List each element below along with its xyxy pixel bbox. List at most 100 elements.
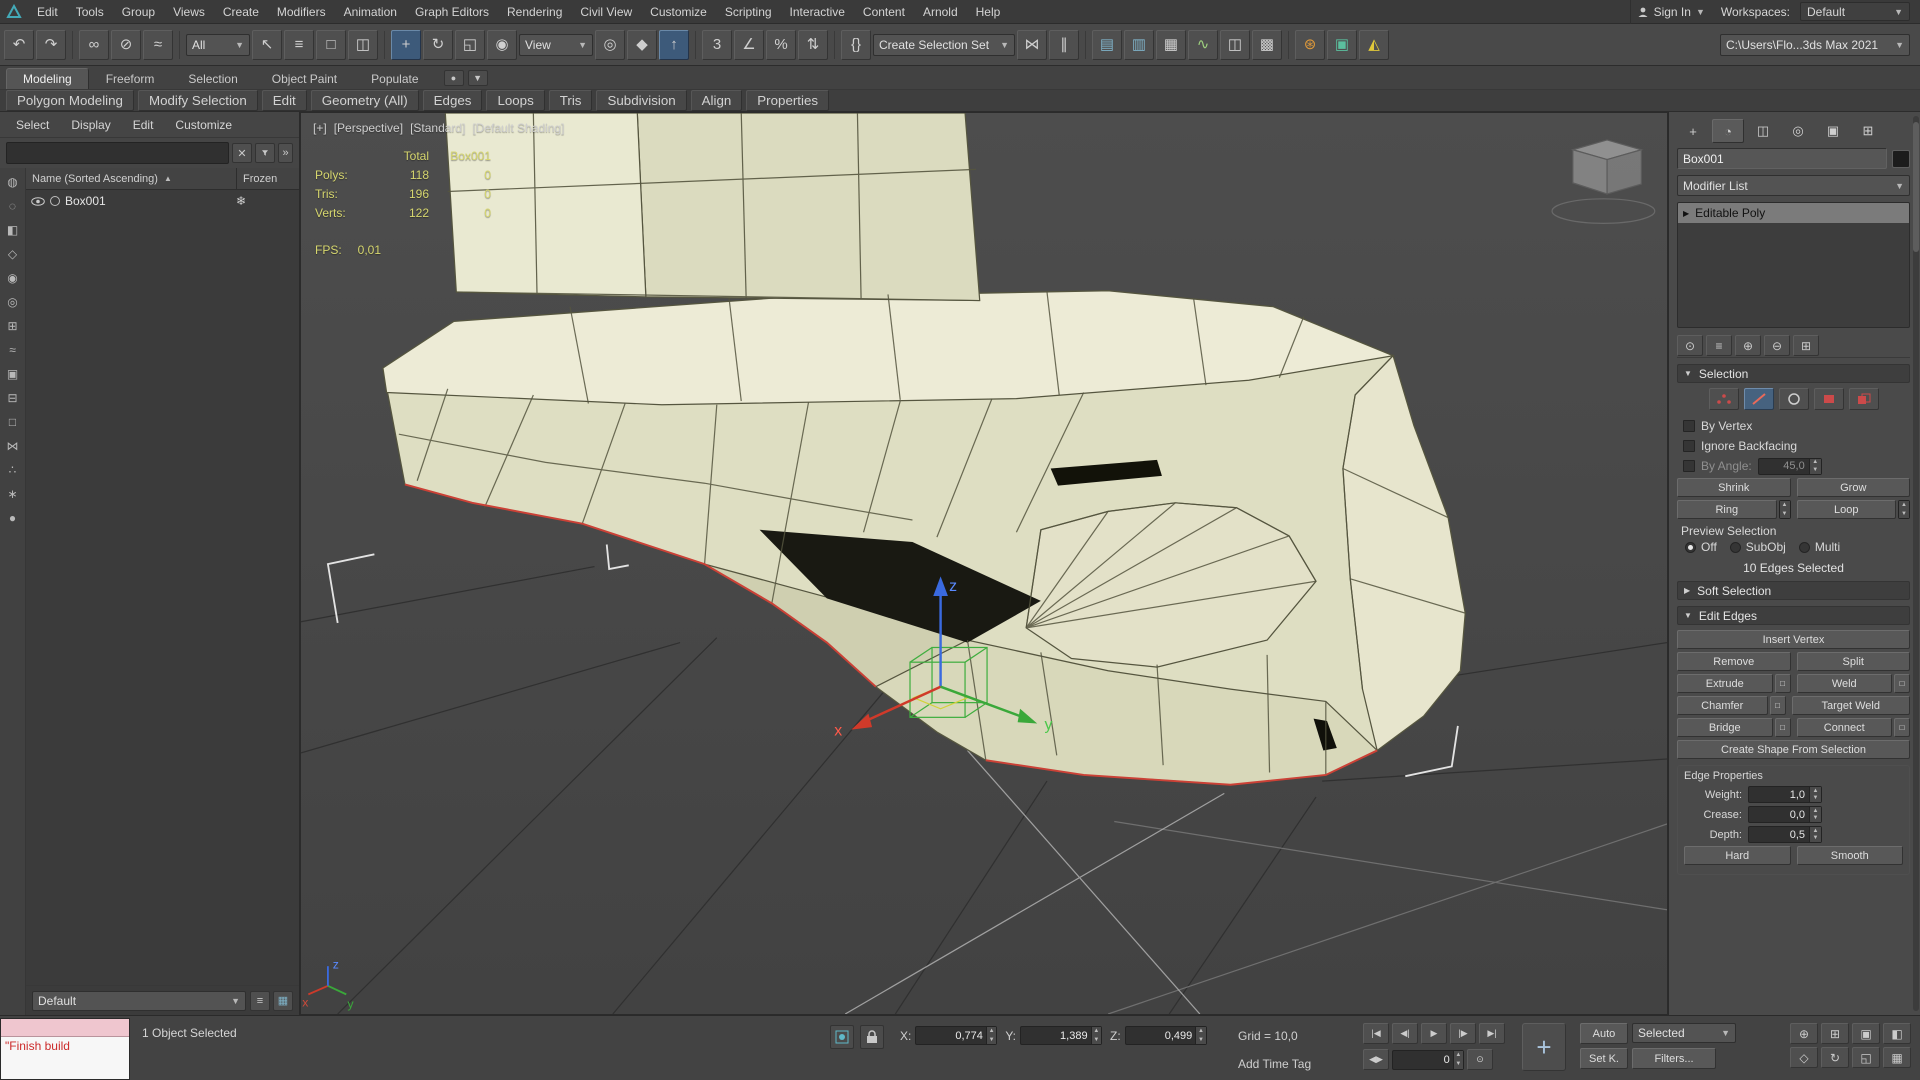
y-coordinate-field[interactable]: ▲▼ (1020, 1026, 1102, 1045)
explorer-select-icon[interactable]: ◌ (2, 194, 24, 218)
viewport-layout-icon[interactable]: ▦ (1883, 1047, 1911, 1068)
ribbon-panel[interactable]: Geometry (All) (311, 90, 419, 111)
smooth-button[interactable]: Smooth (1797, 846, 1904, 865)
selection-lock-icon[interactable] (860, 1025, 884, 1049)
key-filters-button[interactable]: Filters... (1632, 1048, 1716, 1069)
ribbon-panel[interactable]: Properties (746, 90, 829, 111)
extrude-settings-icon[interactable]: □ (1775, 674, 1791, 693)
menu-item[interactable]: Interactive (781, 0, 854, 24)
menu-item[interactable]: Scripting (716, 0, 781, 24)
remove-modifier-icon[interactable]: ⊖ (1764, 335, 1790, 356)
sign-in-menu[interactable]: Sign In ▼ (1630, 0, 1711, 24)
listener-macro-pane[interactable] (1, 1019, 129, 1037)
ribbon-record-icon[interactable]: ● (444, 70, 464, 86)
ring-spinner-icon[interactable]: ▲▼ (1779, 500, 1791, 519)
preview-option[interactable]: Off (1685, 540, 1717, 554)
viewport-general-menu[interactable]: [+] (313, 121, 327, 135)
ribbon-toggle-icon[interactable]: ▦ (1156, 30, 1186, 60)
menu-item[interactable]: Customize (641, 0, 716, 24)
auto-key-button[interactable]: Auto (1580, 1023, 1628, 1044)
bind-to-space-warp-icon[interactable]: ≈ (143, 30, 173, 60)
vertex-subobject-icon[interactable] (1709, 388, 1739, 410)
layer-explorer-icon[interactable]: ▤ (1092, 30, 1122, 60)
orbit-icon[interactable]: ↻ (1821, 1047, 1849, 1068)
display-bones-icon[interactable]: ⋈ (2, 434, 24, 458)
explorer-settings-icon[interactable]: ≡ (250, 991, 270, 1011)
search-input[interactable] (6, 142, 229, 164)
undo-icon[interactable]: ↶ (4, 30, 34, 60)
window-crossing-icon[interactable]: ◫ (348, 30, 378, 60)
radio-icon[interactable] (1685, 542, 1696, 553)
spinner-arrows-icon[interactable]: ▲▼ (1809, 787, 1821, 802)
viewport-canvas[interactable]: z x y x y z (301, 113, 1667, 1014)
viewport-shading-menu[interactable]: [Default Shading] (472, 121, 564, 135)
menu-item[interactable]: Tools (67, 0, 113, 24)
redo-icon[interactable]: ↷ (36, 30, 66, 60)
object-name-field[interactable] (1677, 148, 1887, 169)
weight-spinner[interactable]: 1,0 ▲▼ (1748, 786, 1822, 803)
reference-coordinate-dropdown[interactable]: View ▼ (519, 34, 593, 56)
go-to-end-icon[interactable]: ▶| (1479, 1023, 1505, 1044)
display-lights-icon[interactable]: ◉ (2, 266, 24, 290)
selection-filter-dropdown[interactable]: All ▼ (186, 34, 250, 56)
rendered-frame-icon[interactable]: ▣ (1327, 30, 1357, 60)
menu-item[interactable]: Animation (335, 0, 406, 24)
motion-tab-icon[interactable]: ◎ (1782, 119, 1814, 143)
split-button[interactable]: Split (1797, 652, 1911, 671)
soft-selection-rollout-header[interactable]: ▶ Soft Selection (1677, 581, 1910, 600)
hard-button[interactable]: Hard (1684, 846, 1791, 865)
spinner-arrows-icon[interactable]: ▲▼ (1195, 1027, 1205, 1044)
create-shape-button[interactable]: Create Shape From Selection (1677, 740, 1910, 759)
named-selection-set-dropdown[interactable]: Create Selection Set ▼ (873, 34, 1015, 56)
next-frame-icon[interactable]: |▶ (1450, 1023, 1476, 1044)
menu-item[interactable]: Help (967, 0, 1010, 24)
app-logo-icon[interactable] (0, 0, 28, 24)
explorer-display-toggle-icon[interactable]: ▦ (273, 991, 293, 1011)
menu-item[interactable]: Arnold (914, 0, 967, 24)
ribbon-panel[interactable]: Loops (486, 90, 544, 111)
zoom-icon[interactable]: ⊕ (1790, 1023, 1818, 1044)
pin-stack-icon[interactable]: ⊙ (1677, 335, 1703, 356)
configure-modifier-sets-icon[interactable]: ⊞ (1793, 335, 1819, 356)
modifier-list-dropdown[interactable]: Modifier List ▼ (1677, 175, 1910, 196)
explorer-menu-item[interactable]: Select (6, 113, 59, 137)
spinner-arrows-icon[interactable]: ▲▼ (1809, 827, 1821, 842)
listener-script-pane[interactable]: "Finish build (1, 1037, 129, 1079)
ribbon-tab[interactable]: Selection (171, 68, 254, 89)
menu-item[interactable]: Content (854, 0, 914, 24)
scene-explorer-toggle-icon[interactable]: ▥ (1124, 30, 1154, 60)
set-keys-button[interactable]: + (1522, 1023, 1566, 1071)
crease-spinner[interactable]: 0,0 ▲▼ (1748, 806, 1822, 823)
explorer-pick-icon[interactable]: ◍ (2, 170, 24, 194)
spinner-arrows-icon[interactable]: ▲▼ (986, 1027, 996, 1044)
weld-button[interactable]: Weld (1797, 674, 1893, 693)
select-and-scale-icon[interactable]: ◱ (455, 30, 485, 60)
chamfer-button[interactable]: Chamfer (1677, 696, 1768, 715)
object-color-swatch[interactable] (1892, 150, 1910, 168)
ignore-backfacing-option[interactable]: Ignore Backfacing (1683, 437, 1910, 455)
utilities-tab-icon[interactable]: ⊞ (1852, 119, 1884, 143)
percent-snap-icon[interactable]: % (766, 30, 796, 60)
ribbon-panel[interactable]: Edit (262, 90, 307, 111)
display-containers-icon[interactable]: □ (2, 410, 24, 434)
column-header-frozen[interactable]: Frozen (237, 173, 299, 185)
set-key-button[interactable]: Set K. (1580, 1048, 1628, 1069)
border-subobject-icon[interactable] (1779, 388, 1809, 410)
selection-rollout-header[interactable]: ▼ Selection (1677, 364, 1910, 383)
select-and-place-icon[interactable]: ◉ (487, 30, 517, 60)
display-groups-icon[interactable]: ▣ (2, 362, 24, 386)
zoom-all-icon[interactable]: ⊞ (1821, 1023, 1849, 1044)
by-angle-option[interactable]: By Angle: 45,0 ▲▼ (1683, 457, 1910, 475)
grow-button[interactable]: Grow (1797, 478, 1911, 497)
project-folder-dropdown[interactable]: C:\Users\Flo...3ds Max 2021 ▼ (1720, 34, 1910, 56)
play-animation-icon[interactable]: ▶ (1421, 1023, 1447, 1044)
render-setup-icon[interactable]: ⊛ (1295, 30, 1325, 60)
create-tab-icon[interactable]: + (1677, 119, 1709, 143)
checkbox-icon[interactable] (1683, 460, 1695, 472)
select-and-link-icon[interactable]: ∞ (79, 30, 109, 60)
menu-item[interactable]: Civil View (571, 0, 641, 24)
spinner-arrows-icon[interactable]: ▲▼ (1809, 459, 1821, 474)
maximize-viewport-icon[interactable]: ◱ (1852, 1047, 1880, 1068)
preview-option[interactable]: Multi (1799, 540, 1840, 554)
previous-frame-icon[interactable]: ◀| (1392, 1023, 1418, 1044)
